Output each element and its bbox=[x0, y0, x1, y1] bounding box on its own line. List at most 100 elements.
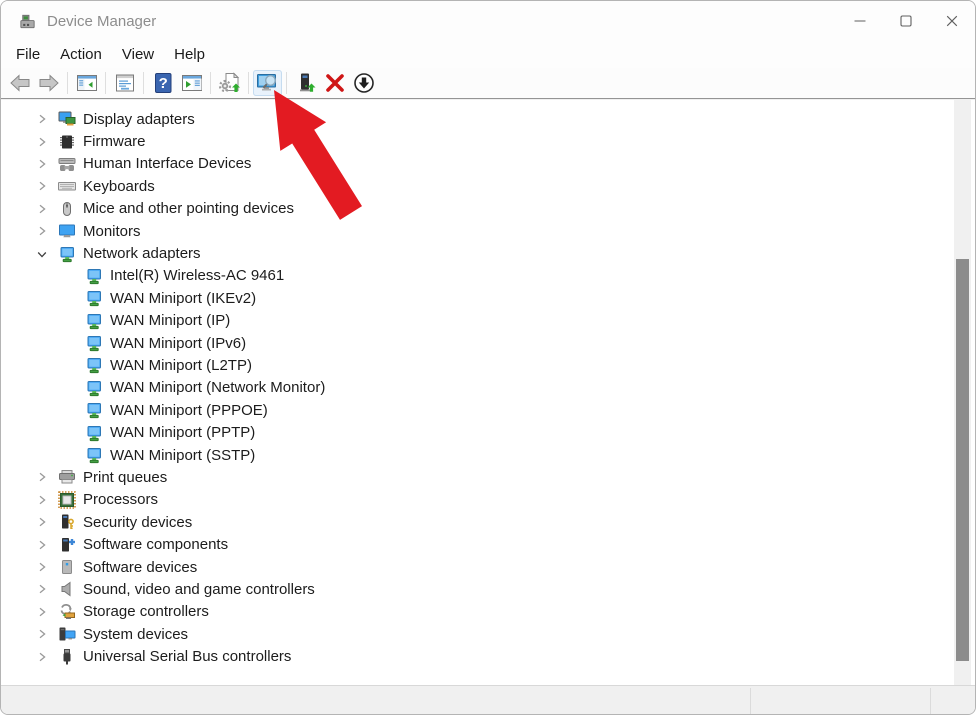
chevron-right-icon[interactable] bbox=[34, 201, 50, 217]
tree-category-item[interactable]: Monitors bbox=[1, 220, 975, 242]
scan-hardware-icon bbox=[256, 71, 280, 95]
menu-view[interactable]: View bbox=[112, 46, 164, 63]
maximize-icon bbox=[900, 15, 912, 27]
back-arrow-icon bbox=[8, 71, 32, 95]
tree-category-item[interactable]: Display adapters bbox=[1, 108, 975, 130]
menu-file[interactable]: File bbox=[6, 46, 50, 63]
close-button[interactable] bbox=[929, 1, 975, 41]
tree-item-label: WAN Miniport (SSTP) bbox=[110, 446, 256, 464]
tree-item-label: Mice and other pointing devices bbox=[83, 200, 294, 218]
tree-item-label: Intel(R) Wireless-AC 9461 bbox=[110, 267, 285, 285]
tree-category-item[interactable]: Keyboards bbox=[1, 175, 975, 197]
minimize-button[interactable] bbox=[837, 1, 883, 41]
device-tree: Display adapters Firmware Human Interface … bbox=[1, 100, 975, 668]
printer-icon bbox=[58, 468, 76, 486]
chevron-down-icon[interactable] bbox=[34, 246, 50, 262]
device-manager-window: Device Manager File Action View Help Dis… bbox=[0, 0, 976, 715]
tree-category-item[interactable]: System devices bbox=[1, 623, 975, 645]
tree-device-item[interactable]: WAN Miniport (PPPOE) bbox=[1, 399, 975, 421]
tree-category-item[interactable]: Print queues bbox=[1, 466, 975, 488]
storage-controller-icon bbox=[58, 603, 76, 621]
tree-category-item[interactable]: Software devices bbox=[1, 556, 975, 578]
chevron-right-icon[interactable] bbox=[34, 469, 50, 485]
toolbar-separator bbox=[143, 72, 144, 94]
tree-category-item[interactable]: Processors bbox=[1, 489, 975, 511]
device-manager-icon[interactable] bbox=[18, 12, 37, 31]
tree-item-label: Processors bbox=[83, 491, 159, 509]
forward-button[interactable] bbox=[34, 70, 63, 96]
chevron-right-icon[interactable] bbox=[34, 492, 50, 508]
tree-category-item[interactable]: Human Interface Devices bbox=[1, 153, 975, 175]
tree-item-label: Print queues bbox=[83, 468, 168, 486]
chevron-right-icon[interactable] bbox=[34, 134, 50, 150]
tree-category-item[interactable]: Firmware bbox=[1, 130, 975, 152]
scan-hardware-changes-button[interactable] bbox=[253, 70, 282, 96]
tree-item-label: Network adapters bbox=[83, 245, 201, 263]
maximize-button[interactable] bbox=[883, 1, 929, 41]
tree-category-item[interactable]: Software components bbox=[1, 533, 975, 555]
tree-item-label: WAN Miniport (PPTP) bbox=[110, 424, 256, 442]
keyboard-icon bbox=[58, 177, 76, 195]
tree-device-item[interactable]: Intel(R) Wireless-AC 9461 bbox=[1, 265, 975, 287]
back-button[interactable] bbox=[5, 70, 34, 96]
chevron-right-icon[interactable] bbox=[34, 156, 50, 172]
monitor-icon bbox=[58, 222, 76, 240]
toolbar-separator bbox=[105, 72, 106, 94]
tree-category-item[interactable]: Network adapters bbox=[1, 242, 975, 264]
show-action-pane-button[interactable] bbox=[177, 70, 206, 96]
firmware-icon bbox=[58, 133, 76, 151]
tree-device-item[interactable]: WAN Miniport (IP) bbox=[1, 310, 975, 332]
network-adapter-icon bbox=[85, 401, 103, 419]
disable-device-button[interactable] bbox=[349, 70, 378, 96]
network-adapter-icon bbox=[85, 446, 103, 464]
software-component-icon bbox=[58, 536, 76, 554]
close-icon bbox=[946, 15, 958, 27]
menu-help[interactable]: Help bbox=[164, 46, 215, 63]
chevron-right-icon[interactable] bbox=[34, 223, 50, 239]
tree-item-label: Universal Serial Bus controllers bbox=[83, 648, 292, 666]
uninstall-device-button[interactable] bbox=[320, 70, 349, 96]
tree-device-item[interactable]: WAN Miniport (L2TP) bbox=[1, 354, 975, 376]
help-button[interactable] bbox=[148, 70, 177, 96]
chevron-right-icon[interactable] bbox=[34, 537, 50, 553]
tree-category-item[interactable]: Security devices bbox=[1, 511, 975, 533]
tree-device-item[interactable]: WAN Miniport (PPTP) bbox=[1, 421, 975, 443]
tree-device-item[interactable]: WAN Miniport (IPv6) bbox=[1, 332, 975, 354]
vertical-scrollbar[interactable] bbox=[954, 100, 971, 685]
toolbar-separator bbox=[248, 72, 249, 94]
update-driver-icon bbox=[218, 71, 242, 95]
properties-button[interactable] bbox=[110, 70, 139, 96]
chevron-right-icon[interactable] bbox=[34, 649, 50, 665]
update-driver-button[interactable] bbox=[215, 70, 244, 96]
scrollbar-thumb[interactable] bbox=[956, 259, 969, 661]
tree-device-item[interactable]: WAN Miniport (SSTP) bbox=[1, 444, 975, 466]
network-adapter-icon bbox=[85, 424, 103, 442]
chevron-right-icon[interactable] bbox=[34, 111, 50, 127]
tree-category-item[interactable]: Mice and other pointing devices bbox=[1, 198, 975, 220]
menu-bar: File Action View Help bbox=[1, 41, 975, 68]
add-drivers-icon bbox=[294, 71, 318, 95]
add-drivers-button[interactable] bbox=[291, 70, 320, 96]
network-adapter-icon bbox=[85, 334, 103, 352]
tree-device-item[interactable]: WAN Miniport (IKEv2) bbox=[1, 287, 975, 309]
tree-category-item[interactable]: Storage controllers bbox=[1, 601, 975, 623]
tree-category-item[interactable]: Sound, video and game controllers bbox=[1, 578, 975, 600]
chevron-right-icon[interactable] bbox=[34, 559, 50, 575]
chevron-right-icon[interactable] bbox=[34, 514, 50, 530]
disable-icon bbox=[352, 71, 376, 95]
tree-category-item[interactable]: Universal Serial Bus controllers bbox=[1, 645, 975, 667]
tree-device-item[interactable]: WAN Miniport (Network Monitor) bbox=[1, 377, 975, 399]
tree-item-label: Keyboards bbox=[83, 177, 155, 195]
hid-icon bbox=[58, 155, 76, 173]
chevron-right-icon[interactable] bbox=[34, 604, 50, 620]
show-hide-console-tree-button[interactable] bbox=[72, 70, 101, 96]
tree-item-label: Display adapters bbox=[83, 110, 195, 128]
chevron-right-icon[interactable] bbox=[34, 626, 50, 642]
menu-action[interactable]: Action bbox=[50, 46, 112, 63]
chevron-right-icon[interactable] bbox=[34, 178, 50, 194]
toolbar-separator bbox=[210, 72, 211, 94]
tree-item-label: System devices bbox=[83, 625, 189, 643]
chevron-right-icon[interactable] bbox=[34, 581, 50, 597]
